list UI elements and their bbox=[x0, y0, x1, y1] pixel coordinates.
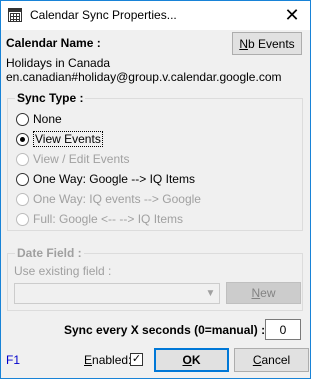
radio-view-events-circle bbox=[16, 132, 29, 146]
close-button[interactable]: ✕ bbox=[274, 1, 310, 30]
radio-none-circle bbox=[16, 112, 29, 126]
radio-one-way-google-to-iq-circle bbox=[16, 172, 29, 186]
help-hint: F1 bbox=[6, 353, 21, 367]
sync-type-title: Sync Type : bbox=[15, 91, 86, 105]
sync-interval-input[interactable]: 0 bbox=[265, 319, 301, 340]
close-icon: ✕ bbox=[284, 5, 300, 25]
date-field-title: Date Field : bbox=[15, 246, 84, 260]
radio-none[interactable]: None bbox=[16, 111, 62, 127]
cancel-button[interactable]: Cancel bbox=[234, 348, 309, 372]
calendar-icon bbox=[8, 8, 22, 22]
radio-one-way-iq-to-google-circle bbox=[16, 192, 29, 206]
chevron-down-icon: ▼ bbox=[205, 288, 216, 299]
dialog-window: Calendar Sync Properties... ✕ Calendar N… bbox=[0, 0, 311, 379]
ok-button[interactable]: OK bbox=[154, 348, 229, 372]
enabled-label: Enabled: bbox=[84, 353, 132, 367]
title-bar[interactable]: Calendar Sync Properties... ✕ bbox=[1, 1, 310, 30]
enabled-checkbox[interactable]: ✓ bbox=[130, 353, 143, 366]
calendar-name-label: Calendar Name : bbox=[6, 36, 101, 50]
window-title: Calendar Sync Properties... bbox=[30, 8, 177, 22]
radio-view-edit-events-circle bbox=[16, 152, 29, 166]
sync-interval-label: Sync every X seconds (0=manual) : bbox=[64, 323, 266, 337]
radio-view-events[interactable]: View Events bbox=[16, 131, 103, 147]
calendar-address: en.canadian#holiday@group.v.calendar.goo… bbox=[6, 70, 282, 84]
check-icon: ✓ bbox=[131, 353, 142, 365]
radio-one-way-iq-to-google: One Way: IQ events --> Google bbox=[16, 191, 201, 207]
calendar-name-value: Holidays in Canada bbox=[6, 56, 111, 70]
radio-view-edit-events: View / Edit Events bbox=[16, 151, 130, 167]
nb-events-button[interactable]: Nb Events bbox=[232, 32, 302, 55]
radio-full-sync-circle bbox=[16, 212, 29, 226]
existing-field-combo: ▼ bbox=[14, 283, 220, 304]
use-existing-field-label: Use existing field : bbox=[14, 264, 112, 278]
new-field-button: New bbox=[226, 282, 301, 304]
radio-one-way-google-to-iq[interactable]: One Way: Google --> IQ Items bbox=[16, 171, 195, 187]
radio-full-sync: Full: Google <-- --> IQ Items bbox=[16, 211, 183, 227]
